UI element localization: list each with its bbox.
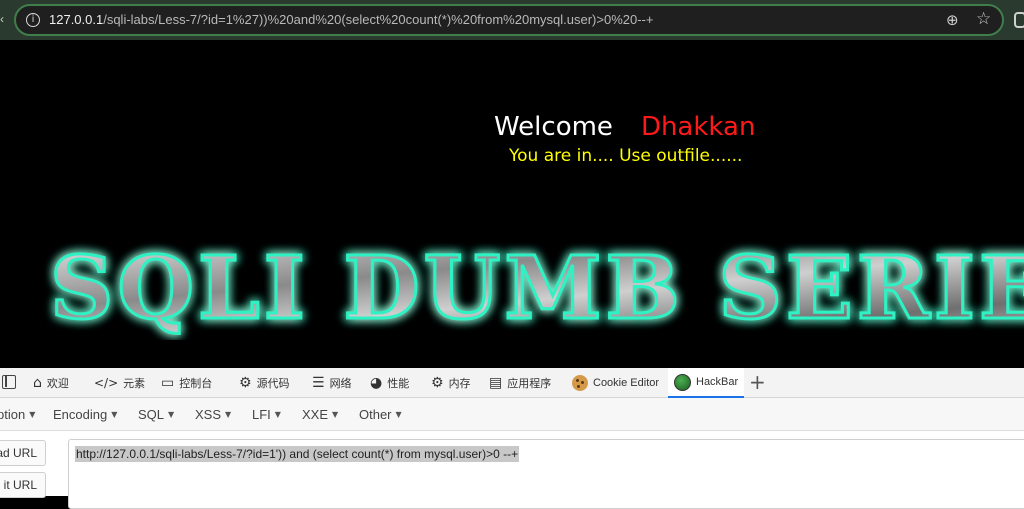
hackbar-url-value: http://127.0.0.1/sqli-labs/Less-7/?id=1'… bbox=[75, 446, 520, 462]
sqli-dumb-series-banner: SQLI DUMB SERIE bbox=[49, 237, 1024, 341]
console-icon: ▭ bbox=[161, 375, 175, 391]
caret-down-icon: ▼ bbox=[274, 410, 281, 419]
menu-label: ption bbox=[0, 407, 26, 422]
tab-cookie-editor[interactable]: Cookie Editor bbox=[572, 368, 659, 398]
tab-network[interactable]: ☰ 网络 bbox=[312, 368, 352, 398]
tab-sources[interactable]: ⚙ 源代码 bbox=[239, 368, 290, 398]
menu-sql[interactable]: SQL ▼ bbox=[138, 407, 174, 422]
extension-icon[interactable] bbox=[1014, 12, 1024, 28]
hackbar-logo-icon bbox=[674, 373, 691, 391]
memory-icon: ⚙ bbox=[431, 375, 444, 391]
dock-side-icon[interactable] bbox=[2, 375, 16, 389]
status-message: You are in.... Use outfile...... bbox=[509, 146, 743, 166]
zoom-icon[interactable]: ⊕ bbox=[946, 11, 959, 29]
tab-label: 控制台 bbox=[179, 378, 213, 390]
caret-down-icon: ▼ bbox=[225, 410, 232, 419]
split-url-button[interactable]: it URL bbox=[0, 472, 46, 498]
caret-down-icon: ▼ bbox=[332, 410, 339, 419]
menu-label: XXE bbox=[302, 407, 329, 422]
wifi-icon: ☰ bbox=[312, 375, 325, 391]
tab-performance[interactable]: ◕ 性能 bbox=[370, 368, 409, 398]
url-path: /sqli-labs/Less-7/?id=1%27))%20and%20(se… bbox=[103, 12, 654, 27]
user-name: Dhakkan bbox=[640, 112, 756, 142]
menu-label: SQL bbox=[138, 407, 165, 422]
tab-console[interactable]: ▭ 控制台 bbox=[161, 368, 212, 398]
add-tab-icon[interactable]: + bbox=[749, 370, 766, 394]
menu-other[interactable]: Other ▼ bbox=[359, 407, 402, 422]
menu-xss[interactable]: XSS ▼ bbox=[195, 407, 231, 422]
tab-application[interactable]: ▤ 应用程序 bbox=[489, 368, 551, 398]
menu-xxe[interactable]: XXE ▼ bbox=[302, 407, 338, 422]
star-icon[interactable]: ☆ bbox=[976, 9, 991, 29]
caret-down-icon: ▼ bbox=[111, 410, 118, 419]
hackbar-url-textarea[interactable]: http://127.0.0.1/sqli-labs/Less-7/?id=1'… bbox=[68, 439, 1024, 509]
application-icon: ▤ bbox=[489, 375, 503, 391]
page-viewport: Welcome Dhakkan You are in.... Use outfil… bbox=[0, 40, 1024, 368]
tab-label: 性能 bbox=[387, 378, 410, 390]
address-url[interactable]: 127.0.0.1/sqli-labs/Less-7/?id=1%27))%20… bbox=[49, 12, 653, 27]
welcome-label: Welcome bbox=[494, 112, 613, 142]
bug-icon: ⚙ bbox=[239, 375, 252, 391]
menu-label: Other bbox=[359, 407, 392, 422]
tab-memory[interactable]: ⚙ 内存 bbox=[431, 368, 471, 398]
hackbar-body: ad URL it URL http://127.0.0.1/sqli-labs… bbox=[0, 431, 1024, 509]
menu-label: XSS bbox=[195, 407, 222, 422]
tab-label: 元素 bbox=[123, 378, 146, 390]
menu-lfi[interactable]: LFI ▼ bbox=[252, 407, 281, 422]
devtools-tabstrip: ⌂ 欢迎 </> 元素 ▭ 控制台 ⚙ 源代码 ☰ 网络 ◕ 性能 ⚙ 内存 ▤ 应用程序 Co… bbox=[0, 368, 1024, 398]
menu-encoding[interactable]: Encoding ▼ bbox=[53, 407, 117, 422]
caret-down-icon: ▼ bbox=[168, 410, 175, 419]
tab-label: 内存 bbox=[448, 378, 471, 390]
banner-text: SQLI DUMB SERIE bbox=[50, 238, 1024, 339]
caret-down-icon: ▼ bbox=[395, 410, 402, 419]
tab-hackbar[interactable]: HackBar bbox=[668, 368, 745, 398]
tab-label: Cookie Editor bbox=[593, 377, 660, 389]
tab-label: HackBar bbox=[696, 376, 739, 388]
cookie-icon bbox=[572, 375, 588, 391]
home-icon: ⌂ bbox=[33, 375, 42, 391]
tab-label: 源代码 bbox=[256, 378, 290, 390]
menu-label: LFI bbox=[252, 407, 271, 422]
tab-welcome[interactable]: ⌂ 欢迎 bbox=[33, 368, 69, 398]
load-url-button[interactable]: ad URL bbox=[0, 440, 46, 466]
tab-label: 网络 bbox=[329, 378, 352, 390]
tab-elements[interactable]: </> 元素 bbox=[94, 368, 145, 398]
gauge-icon: ◕ bbox=[370, 375, 383, 391]
tab-label: 应用程序 bbox=[507, 378, 552, 390]
hackbar-menu: ption ▼ Encoding ▼ SQL ▼ XSS ▼ LFI ▼ XXE ▼ Oth… bbox=[0, 398, 1024, 431]
menu-option[interactable]: ption ▼ bbox=[0, 407, 35, 422]
code-icon: </> bbox=[94, 376, 119, 390]
tab-label: 欢迎 bbox=[46, 378, 69, 390]
back-arrow-icon[interactable]: ‹ bbox=[0, 13, 6, 25]
address-bar[interactable]: i 127.0.0.1/sqli-labs/Less-7/?id=1%27))%… bbox=[14, 4, 1004, 36]
url-host: 127.0.0.1 bbox=[49, 12, 104, 27]
browser-toolbar: ‹ i 127.0.0.1/sqli-labs/Less-7/?id=1%27)… bbox=[0, 0, 1024, 40]
welcome-line: Welcome Dhakkan bbox=[494, 112, 755, 142]
caret-down-icon: ▼ bbox=[29, 410, 36, 419]
menu-label: Encoding bbox=[53, 407, 108, 422]
info-icon[interactable]: i bbox=[26, 13, 40, 27]
